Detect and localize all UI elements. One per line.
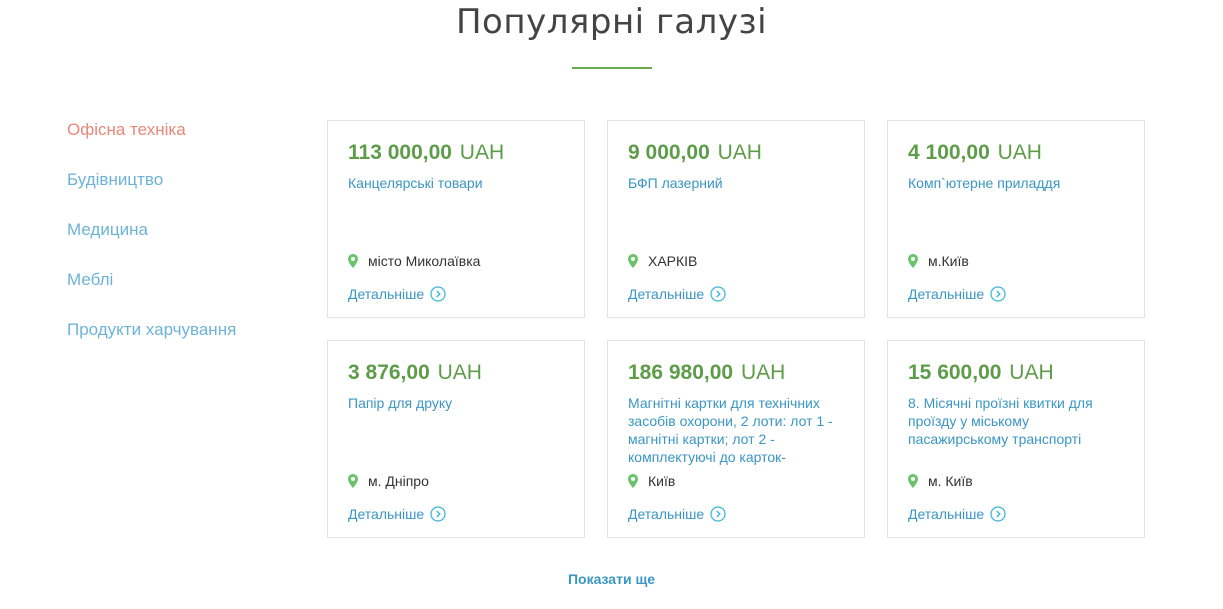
price-currency: UAH: [1009, 361, 1054, 384]
tender-card: 4 100,00 UAH Комп`ютерне приладдя м.Київ…: [887, 120, 1145, 318]
price-amount: 186 980,00: [628, 361, 734, 384]
tender-card: 9 000,00 UAH БФП лазерний ХАРКІВ Детальн…: [607, 120, 865, 318]
details-link[interactable]: Детальніше: [628, 506, 726, 522]
map-pin-icon: [348, 474, 358, 488]
location: місто Миколаївка: [348, 253, 480, 269]
price-currency: UAH: [740, 361, 786, 384]
tender-card: 113 000,00 UAH Канцелярські товари місто…: [327, 120, 585, 318]
circle-chevron-right-icon: [990, 286, 1006, 302]
location: ХАРКІВ: [628, 253, 697, 269]
location: Київ: [628, 473, 675, 489]
details-label: Детальніше: [348, 286, 425, 302]
location-text: м. Дніпро: [368, 473, 429, 489]
price-amount: 3 876,00: [348, 361, 430, 384]
price-currency: UAH: [997, 141, 1042, 164]
price-amount: 4 100,00: [908, 141, 990, 164]
details-link[interactable]: Детальніше: [908, 286, 1006, 302]
tender-card: 15 600,00 UAH 8. Місячні проїзні квитки …: [887, 340, 1145, 538]
tender-name-link[interactable]: Папір для друку: [348, 394, 573, 412]
details-link[interactable]: Детальніше: [348, 506, 446, 522]
map-pin-icon: [348, 254, 358, 268]
tender-name-link[interactable]: Канцелярські товари: [348, 174, 573, 192]
details-label: Детальніше: [908, 506, 985, 522]
tender-name-link[interactable]: 8. Місячні проїзні квитки для проїзду у …: [908, 394, 1133, 448]
map-pin-icon: [908, 254, 918, 268]
circle-chevron-right-icon: [430, 286, 446, 302]
details-label: Детальніше: [628, 506, 705, 522]
price: 113 000,00 UAH: [348, 141, 504, 165]
circle-chevron-right-icon: [710, 506, 726, 522]
price: 4 100,00 UAH: [908, 141, 1042, 165]
price-amount: 9 000,00: [628, 141, 710, 164]
location-text: м.Київ: [928, 253, 969, 269]
price-currency: UAH: [459, 141, 505, 164]
title-divider: [572, 67, 652, 69]
sidebar-item-construction[interactable]: Будівництво: [67, 170, 236, 220]
details-label: Детальніше: [628, 286, 705, 302]
page-title: Популярні галузі: [455, 2, 768, 42]
sidebar-item-medicine[interactable]: Медицина: [67, 220, 236, 270]
sidebar-item-office-equipment[interactable]: Офісна техніка: [67, 120, 236, 170]
details-link[interactable]: Детальніше: [908, 506, 1006, 522]
details-label: Детальніше: [348, 506, 425, 522]
tender-card: 3 876,00 UAH Папір для друку м. Дніпро Д…: [327, 340, 585, 538]
location: м.Київ: [908, 253, 969, 269]
details-link[interactable]: Детальніше: [348, 286, 446, 302]
industry-sidebar: Офісна техніка Будівництво Медицина Мебл…: [67, 120, 236, 370]
location: м. Київ: [908, 473, 973, 489]
circle-chevron-right-icon: [430, 506, 446, 522]
location: м. Дніпро: [348, 473, 429, 489]
location-text: ХАРКІВ: [648, 253, 698, 269]
location-text: м. Київ: [928, 473, 973, 489]
price: 186 980,00 UAH: [628, 361, 785, 385]
sidebar-item-furniture[interactable]: Меблі: [67, 270, 236, 320]
location-text: Київ: [648, 473, 676, 489]
tender-name-link[interactable]: Магнітні картки для технічних засобів ох…: [628, 394, 853, 466]
map-pin-icon: [908, 474, 918, 488]
circle-chevron-right-icon: [990, 506, 1006, 522]
price-amount: 113 000,00: [348, 141, 452, 164]
tender-name-link[interactable]: Комп`ютерне приладдя: [908, 174, 1133, 192]
sidebar-item-food-products[interactable]: Продукти харчування: [67, 320, 236, 370]
details-link[interactable]: Детальніше: [628, 286, 726, 302]
tender-name-link[interactable]: БФП лазерний: [628, 174, 853, 192]
price: 15 600,00 UAH: [908, 361, 1054, 385]
map-pin-icon: [628, 474, 638, 488]
price-currency: UAH: [437, 361, 482, 384]
price-currency: UAH: [717, 141, 762, 164]
details-label: Детальніше: [908, 286, 985, 302]
price: 9 000,00 UAH: [628, 141, 762, 165]
tender-card: 186 980,00 UAH Магнітні картки для техні…: [607, 340, 865, 538]
price-amount: 15 600,00: [908, 361, 1002, 384]
show-more-link[interactable]: Показати ще: [0, 571, 1223, 587]
circle-chevron-right-icon: [710, 286, 726, 302]
location-text: місто Миколаївка: [368, 253, 481, 269]
price: 3 876,00 UAH: [348, 361, 482, 385]
map-pin-icon: [628, 254, 638, 268]
